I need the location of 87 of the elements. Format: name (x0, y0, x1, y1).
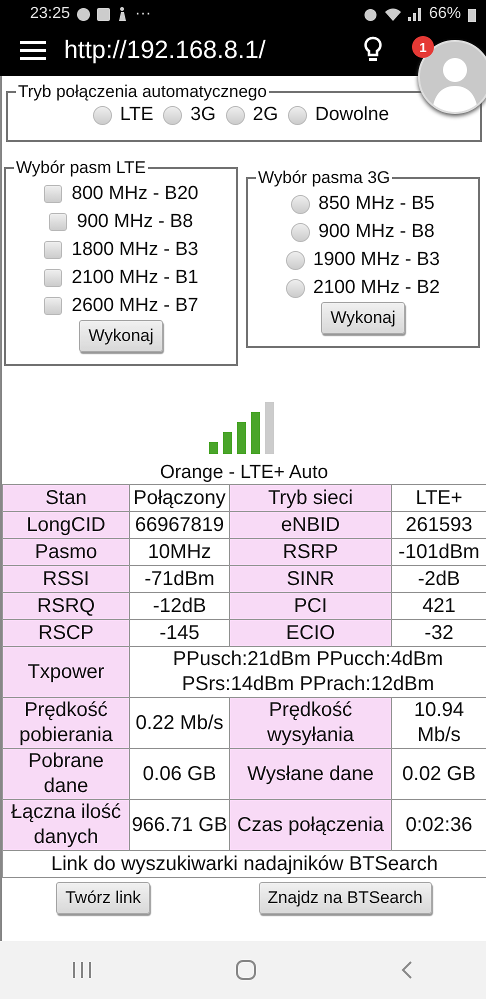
label-cell: LongCID (2, 512, 130, 538)
checkbox-label: 800 MHz - B20 (72, 183, 198, 205)
action-button[interactable]: Znajdz na BTSearch (258, 882, 432, 914)
label-cell: RSSI (2, 566, 130, 592)
label-cell: Pobrane dane (2, 748, 130, 800)
checkbox-label: 900 MHz - B8 (76, 211, 194, 233)
radio-button[interactable] (291, 194, 310, 214)
label-cell: RSRP (230, 538, 392, 566)
label-cell: PCI (230, 592, 392, 620)
execute-button[interactable]: Wykonaj (79, 320, 163, 352)
cell-signal-icon (408, 8, 422, 20)
battery-percent: 66% (428, 5, 461, 23)
status-time: 23:25 (30, 5, 70, 23)
checkbox[interactable] (44, 269, 62, 287)
label-cell: Txpower (2, 646, 130, 698)
value-cell: -32 (392, 620, 486, 646)
execute-button[interactable]: Wykonaj (321, 302, 405, 334)
back-icon[interactable] (401, 961, 414, 979)
radio-label: 3G (190, 104, 216, 126)
label-cell: Wysłane dane (230, 748, 392, 800)
value-cell: 261593 (392, 512, 486, 538)
chat-head-avatar[interactable] (418, 40, 486, 114)
checkbox-label: 1800 MHz - B3 (72, 239, 198, 261)
value-cell: 0.02 GB (392, 748, 486, 800)
menu-icon[interactable] (20, 40, 46, 60)
value-cell: 0.22 Mb/s (130, 698, 230, 748)
label-cell: Łączna ilość danych (2, 800, 130, 850)
value-cell: LTE+ (392, 484, 486, 512)
radio-button[interactable] (226, 106, 245, 124)
value-cell: -101dBm (392, 538, 486, 566)
more-notifications: ··· (135, 5, 152, 23)
value-cell: 421 (392, 592, 486, 620)
label-cell: RSRQ (2, 592, 130, 620)
operator-title: Orange - LTE+ Auto (158, 462, 330, 484)
label-cell: Prędkość wysyłania (230, 698, 392, 748)
value-cell: 10MHz (130, 538, 230, 566)
label-cell: Czas połączenia (230, 800, 392, 850)
notification-icon (117, 7, 128, 21)
label-cell: ECIO (230, 620, 392, 646)
checkbox-label: 2600 MHz - B7 (72, 295, 198, 317)
value-cell: -145 (130, 620, 230, 646)
value-cell: 0:02:36 (392, 800, 486, 850)
label-cell: SINR (230, 566, 392, 592)
panel-legend: Wybór pasma 3G (256, 168, 392, 188)
label-cell: Stan (2, 484, 130, 512)
label-cell: Tryb sieci (230, 484, 392, 512)
radio-button[interactable] (286, 278, 306, 298)
checkbox[interactable] (48, 213, 67, 231)
wifi-icon (384, 7, 401, 21)
panel-legend: Tryb połączenia automatycznego (16, 82, 269, 102)
value-cell: Połączony (130, 484, 230, 512)
radio-label: Dowolne (315, 104, 390, 126)
link-caption: Link do wyszukiwarki nadajników BTSearch (2, 850, 486, 878)
label-cell: eNBID (230, 512, 392, 538)
value-cell: 66967819 (130, 512, 230, 538)
checkbox-label: 2100 MHz - B1 (72, 267, 198, 289)
radio-label: 900 MHz - B8 (318, 221, 435, 243)
radio-label: 850 MHz - B5 (318, 193, 435, 215)
home-icon[interactable] (236, 960, 256, 980)
action-button[interactable]: Twórz link (56, 882, 150, 914)
recent-apps-icon[interactable] (72, 962, 91, 978)
radio-label: LTE (120, 104, 154, 126)
value-cell: -2dB (392, 566, 486, 592)
lightbulb-icon[interactable] (364, 36, 382, 64)
label-cell: Pasmo (2, 538, 130, 566)
radio-button[interactable] (291, 222, 310, 242)
value-cell: -71dBm (130, 566, 230, 592)
radio-label: 2100 MHz - B2 (313, 277, 440, 299)
radio-label: 1900 MHz - B3 (313, 249, 440, 271)
checkbox[interactable] (44, 241, 62, 259)
url-text: http://192.168.8.1/ (64, 36, 267, 64)
label-cell: Prędkość pobierania (2, 698, 130, 748)
value-cell: PPusch:21dBm PPucch:4dBm PSrs:14dBm PPrach:12dBm (130, 646, 486, 698)
radio-label: 2G (252, 104, 278, 126)
value-cell: -12dB (130, 592, 230, 620)
checkbox[interactable] (44, 185, 62, 203)
panel-legend: Wybór pasm LTE (14, 158, 148, 178)
value-cell: 0.06 GB (130, 748, 230, 800)
radio-button[interactable] (288, 106, 308, 124)
radio-button[interactable] (163, 106, 182, 124)
value-cell: 966.71 GB (130, 800, 230, 850)
radio-button[interactable] (92, 106, 112, 124)
battery-icon (468, 6, 476, 22)
value-cell: 10.94 Mb/s (392, 698, 486, 748)
radio-button[interactable] (286, 250, 306, 270)
checkbox[interactable] (44, 297, 62, 315)
label-cell: RSCP (2, 620, 130, 646)
